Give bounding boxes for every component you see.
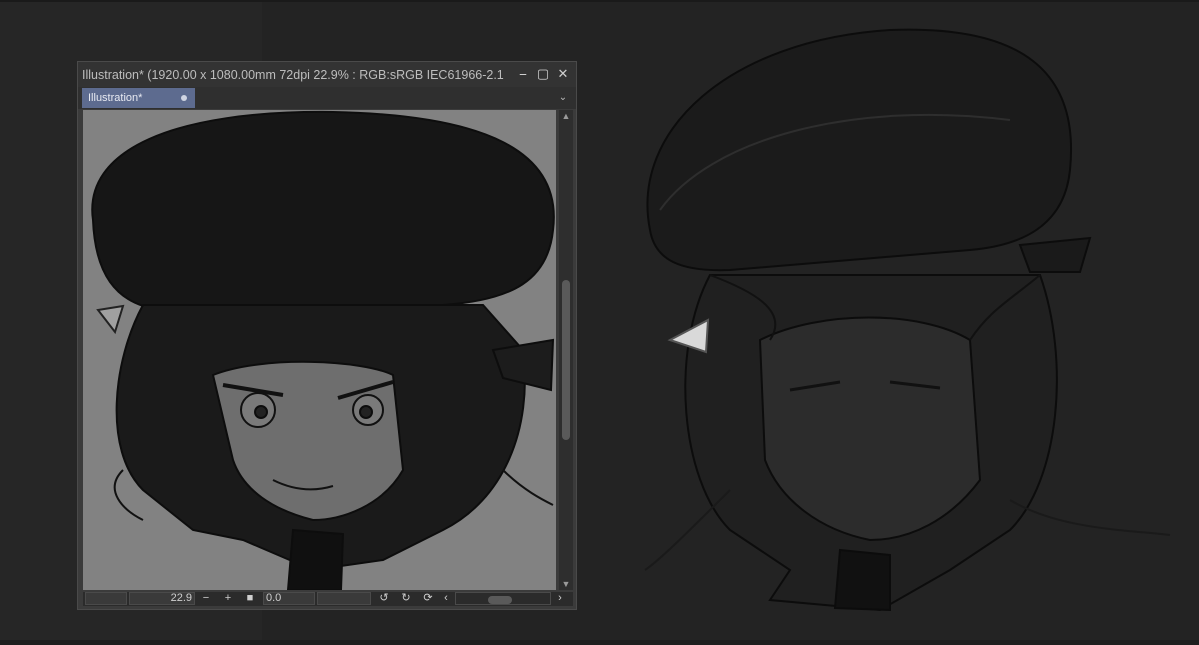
horizontal-scrollbar[interactable] bbox=[455, 592, 551, 605]
scroll-down-icon[interactable]: ▼ bbox=[559, 578, 573, 590]
canvas-view[interactable] bbox=[83, 110, 556, 590]
canvas-artwork[interactable] bbox=[590, 10, 1190, 630]
chevron-right-icon: › bbox=[558, 592, 562, 604]
maximize-button[interactable]: ▢ bbox=[535, 66, 551, 82]
chevron-left-icon: ‹ bbox=[444, 592, 448, 604]
document-tab-bar: Illustration* ⌄ bbox=[78, 87, 576, 109]
rotate-left-icon: ↺ bbox=[379, 592, 389, 604]
minimize-button[interactable]: ⎯ bbox=[515, 66, 531, 82]
zoom-in-button[interactable]: + bbox=[221, 592, 235, 605]
tab-label: Illustration* bbox=[88, 92, 143, 104]
zoom-slider[interactable] bbox=[85, 592, 127, 605]
rotate-right-icon: ↻ bbox=[401, 592, 411, 604]
reset-rotation-button[interactable]: ⟳ bbox=[421, 592, 435, 605]
reset-rotation-icon: ⟳ bbox=[423, 592, 433, 604]
maximize-icon: ▢ bbox=[536, 66, 550, 81]
plus-icon: + bbox=[224, 592, 232, 604]
horizontal-scroll-thumb[interactable] bbox=[488, 596, 512, 604]
rotation-slider[interactable] bbox=[317, 592, 371, 605]
tab-menu-button[interactable]: ⌄ bbox=[556, 91, 570, 105]
rotate-right-button[interactable]: ↻ bbox=[399, 592, 413, 605]
fit-to-screen-button[interactable]: ■ bbox=[243, 592, 257, 605]
subwindow-titlebar[interactable]: Illustration* (1920.00 x 1080.00mm 72dpi… bbox=[78, 62, 576, 87]
chevron-down-icon: ⌄ bbox=[558, 92, 568, 103]
vertical-scrollbar[interactable]: ▲ ▼ bbox=[559, 110, 573, 590]
rotation-input[interactable]: 0.0 bbox=[263, 592, 315, 605]
square-icon: ■ bbox=[246, 592, 254, 604]
scroll-up-icon[interactable]: ▲ bbox=[559, 110, 573, 122]
zoom-input[interactable]: 22.9 bbox=[129, 592, 195, 605]
canvas-subwindow[interactable]: Illustration* (1920.00 x 1080.00mm 72dpi… bbox=[77, 61, 577, 610]
vertical-scroll-thumb[interactable] bbox=[562, 280, 570, 440]
top-divider bbox=[0, 0, 1199, 2]
bottom-divider bbox=[0, 640, 1199, 645]
minus-icon: − bbox=[202, 592, 210, 604]
rotate-left-button[interactable]: ↺ bbox=[377, 592, 391, 605]
canvas-statusbar: 22.9 − + ■ 0.0 ↺ ↻ ⟳ ‹ › bbox=[83, 592, 573, 606]
window-title: Illustration* (1920.00 x 1080.00mm 72dpi… bbox=[82, 68, 504, 82]
zoom-out-button[interactable]: − bbox=[199, 592, 213, 605]
scroll-left-button[interactable]: ‹ bbox=[439, 592, 453, 605]
unsaved-dot-icon bbox=[181, 95, 187, 101]
tab-illustration[interactable]: Illustration* bbox=[82, 88, 195, 108]
close-icon: ✕ bbox=[557, 66, 569, 81]
canvas-preview-artwork bbox=[91, 110, 555, 590]
minimize-icon: ⎯ bbox=[519, 66, 527, 81]
close-button[interactable]: ✕ bbox=[555, 66, 571, 82]
scroll-right-button[interactable]: › bbox=[553, 592, 567, 605]
